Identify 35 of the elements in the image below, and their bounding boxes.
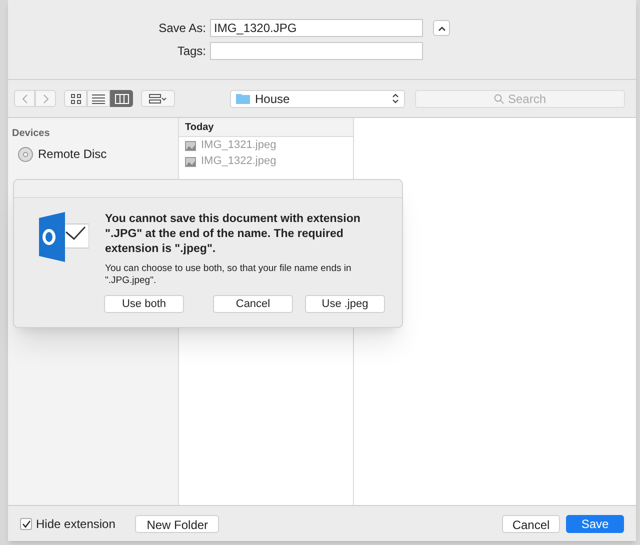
filename-field[interactable]: IMG_1320.JPG [210,19,423,37]
alert-message: You can choose to use both, so that your file name ends in ".JPG.jpeg". [105,263,352,287]
image-file-icon [185,140,196,150]
new-folder-button[interactable]: New Folder [135,514,220,532]
expand-button[interactable] [433,20,450,36]
chevron-right-icon [42,94,48,104]
mail-app-icon [37,212,89,262]
hide-extension-checkbox[interactable]: Hide extension [20,514,116,532]
disc-icon [18,146,33,162]
alert-button[interactable]: Use .jpeg [305,295,385,313]
cancel-button[interactable]: Cancel [502,514,560,532]
checkmark-icon [22,520,30,528]
chevron-left-icon [22,94,28,104]
search-icon [494,94,504,104]
tags-label: Tags: [176,43,207,60]
save-as-label: Save As: [158,20,207,37]
image-file-icon [185,156,196,166]
columns-icon [114,94,128,104]
alert-button[interactable]: Cancel [213,295,293,313]
chevron-up-icon [438,26,446,30]
grid-icon [70,94,80,104]
list-icon [92,94,105,104]
save-button[interactable]: Save [566,514,624,532]
tags-field[interactable] [210,42,423,60]
sidebar-item[interactable]: Remote Disc [12,145,174,163]
sidebar-heading: Devices [12,127,51,141]
alert-button[interactable]: Use both [104,295,184,313]
updown-icon [392,93,399,104]
location-dropdown[interactable]: House [230,90,405,108]
arrange-icon [149,94,167,104]
folder-icon [236,93,250,104]
arrange-button[interactable] [141,90,175,107]
column-header: Today [179,118,353,137]
alert-title: You cannot save this document with extension ".JPG" at the end of the name. The required extension is ".jpeg". [105,212,362,257]
view-mode-button[interactable] [110,90,133,107]
